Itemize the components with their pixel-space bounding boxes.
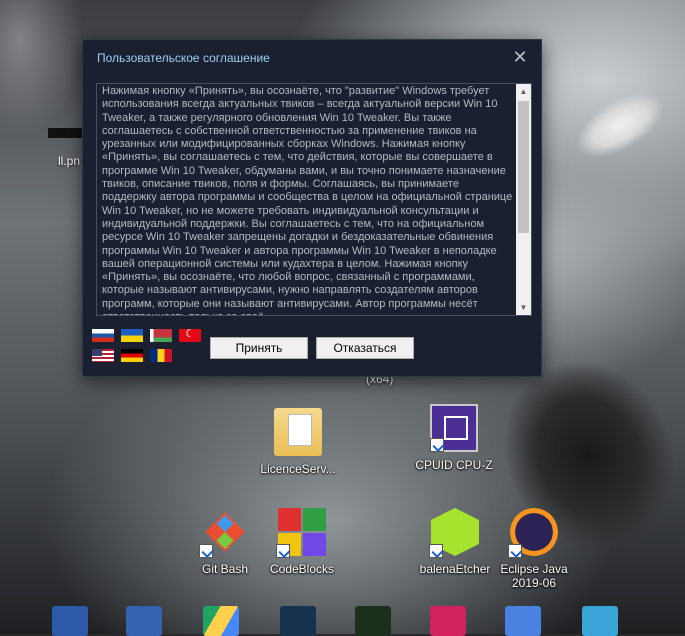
desktop-icon-licenceserv[interactable]: LicenceServ... <box>256 408 340 476</box>
virtualbox-icon[interactable] <box>52 606 88 636</box>
dialog-title: Пользовательское соглашение <box>97 51 270 65</box>
desktop-icon-label: Git Bash <box>201 562 249 576</box>
germany-flag-icon[interactable] <box>121 349 143 362</box>
desktop-icon-label: CodeBlocks <box>269 562 335 576</box>
usa-flag-icon[interactable] <box>92 349 114 362</box>
intellij-icon[interactable] <box>430 606 466 636</box>
desktop-bottom-icon-row <box>0 606 685 636</box>
balena-etcher-icon-wrap <box>429 508 479 558</box>
scroll-down-arrow-icon[interactable]: ▼ <box>516 300 531 315</box>
belarus-flag-icon[interactable] <box>150 329 172 342</box>
virtualbox-icon-2[interactable] <box>126 606 162 636</box>
scroll-thumb[interactable] <box>518 101 529 233</box>
network-icon[interactable] <box>582 606 618 636</box>
desktop-partial-label: ll.pn <box>58 154 81 168</box>
goland-icon[interactable] <box>505 606 541 636</box>
decline-button[interactable]: Отказаться <box>316 337 414 359</box>
desktop-icon-label: CPUID CPU-Z <box>415 458 493 472</box>
user-agreement-dialog: Пользовательское соглашение ✕ Нажимая кн… <box>82 39 542 377</box>
desktop-icon-label: balenaEtcher <box>419 562 491 576</box>
cpu-z-icon <box>430 404 478 452</box>
desktop-icon-label: Eclipse Java 2019-06 <box>500 562 568 590</box>
folder-document-icon <box>274 408 322 456</box>
russia-flag-icon[interactable] <box>92 329 114 342</box>
desktop-icon-label: LicenceServ... <box>260 462 336 476</box>
scroll-up-arrow-icon[interactable]: ▲ <box>516 84 531 99</box>
agreement-text-box[interactable]: Нажимая кнопку «Принять», вы осознаёте, … <box>96 83 532 316</box>
desktop-icon-cpuz[interactable]: CPUID CPU-Z <box>412 404 496 472</box>
codeblocks-icon <box>276 508 326 558</box>
agreement-text: Нажимая кнопку «Принять», вы осознаёте, … <box>102 85 513 315</box>
accept-button[interactable]: Принять <box>210 337 308 359</box>
desktop-icon-eclipse[interactable]: Eclipse Java 2019-06 <box>492 508 576 590</box>
google-drive-icon[interactable] <box>203 606 239 636</box>
close-icon[interactable]: ✕ <box>509 46 531 68</box>
scrollbar[interactable]: ▲ ▼ <box>516 84 531 315</box>
steam-icon[interactable] <box>280 606 316 636</box>
turkey-flag-icon[interactable] <box>179 327 201 342</box>
pycharm-icon[interactable] <box>355 606 391 636</box>
eclipse-icon-wrap <box>508 508 558 558</box>
ukraine-flag-icon[interactable] <box>121 329 143 342</box>
desktop-icon-balena-etcher[interactable]: balenaEtcher <box>413 508 497 576</box>
desktop-icon-codeblocks[interactable]: CodeBlocks <box>260 508 344 576</box>
romania-flag-icon[interactable] <box>150 349 172 362</box>
desktop-icon-git-bash[interactable]: Git Bash <box>183 508 267 576</box>
git-bash-icon <box>199 508 249 558</box>
